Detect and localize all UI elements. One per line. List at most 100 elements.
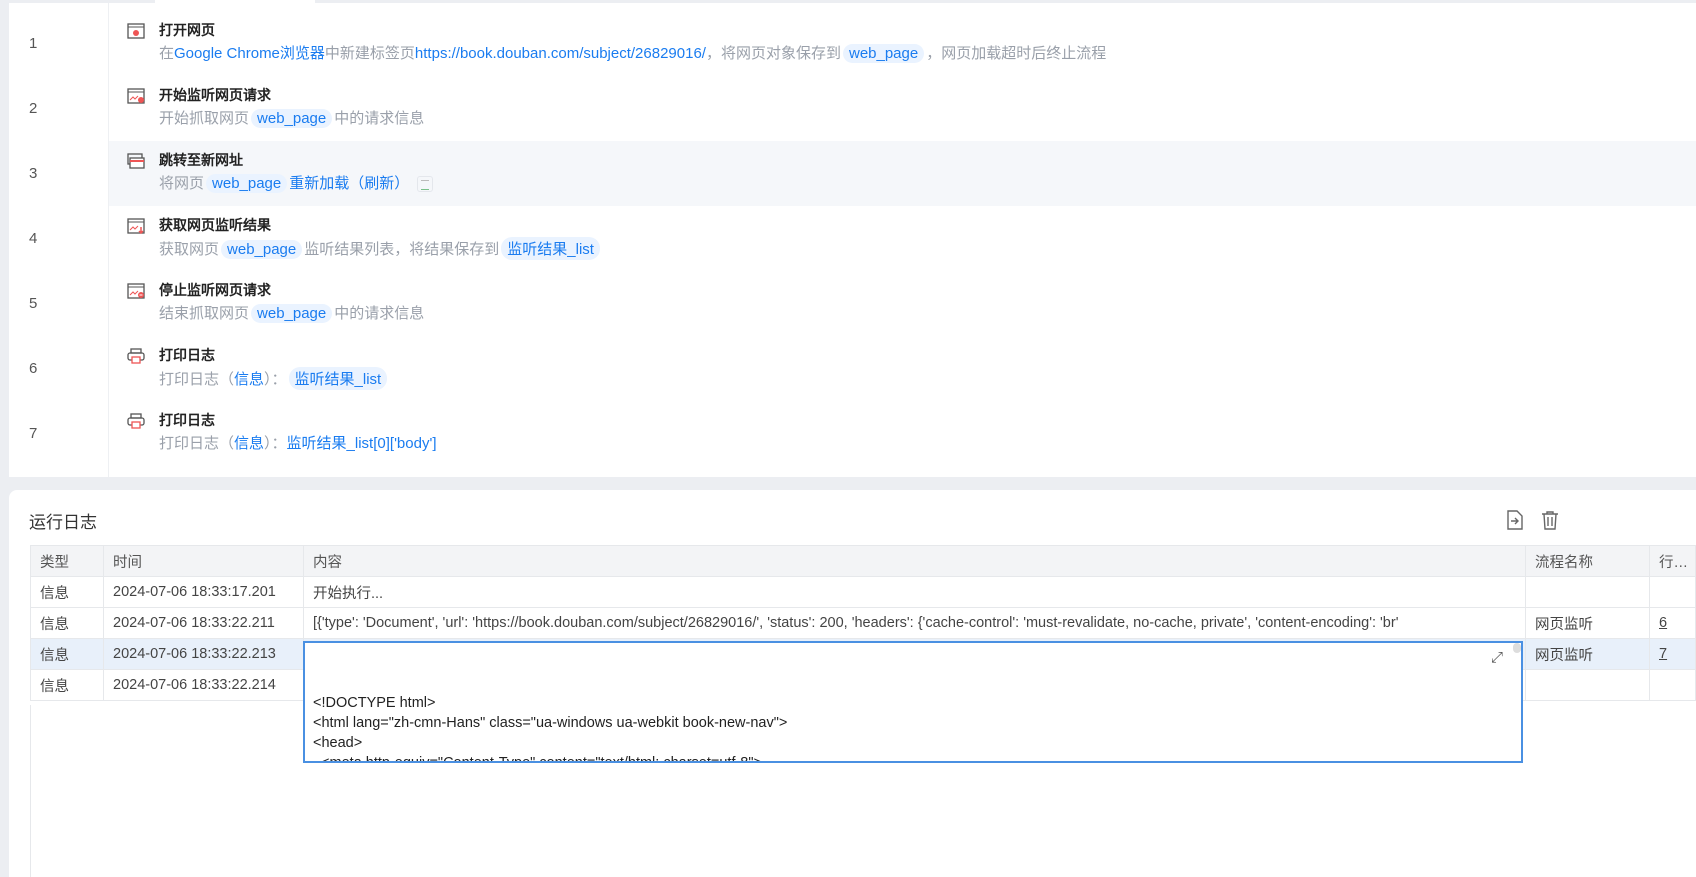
step-description: 打印日志（信息）：监听结果_list[0]['body'] [159, 432, 437, 453]
step-description: 结束抓取网页 web_page 中的请求信息 [159, 302, 424, 323]
log-type: 信息 [30, 576, 104, 608]
desc-part: ，网页加载超时后终止流程 [926, 45, 1107, 62]
desc-part: https://book.douban.com/subject/26829016… [414, 45, 706, 62]
log-flow-name: 网页监听 [1525, 638, 1650, 670]
column-header-flow-name[interactable]: 流程名称 [1525, 545, 1650, 577]
flow-step-5[interactable]: 5 停止监听网页请求 结束抓取网页 web_page 中的请求信息 [29, 271, 1696, 336]
popup-scrollbar[interactable] [1513, 643, 1521, 653]
column-header-time[interactable]: 时间 [103, 545, 304, 577]
desc-part: Google Chrome浏览器 [174, 45, 325, 62]
desc-part: ）： [264, 435, 287, 452]
line-number: 4 [29, 230, 38, 247]
log-row[interactable]: 信息 2024-07-06 18:33:22.211 [{'type': 'Do… [30, 607, 1696, 639]
expand-icon[interactable]: ⤢ [1491, 649, 1503, 666]
log-content[interactable]: [{'type': 'Document', 'url': 'https://bo… [303, 607, 1526, 639]
variable-chip[interactable]: web_page [842, 44, 925, 63]
desc-part: 信息 [234, 371, 265, 388]
desc-part: 获取网页 [159, 241, 220, 258]
desc-part: 信息 [234, 435, 265, 452]
log-content[interactable]: 开始执行... [303, 576, 1526, 608]
log-content-expanded-popup[interactable]: <!DOCTYPE html> <html lang="zh-cmn-Hans"… [303, 641, 1523, 763]
desc-part: 开始抓取网页 [159, 110, 250, 127]
line-number-link[interactable]: 6 [1659, 615, 1667, 631]
flow-step-6[interactable]: 6 打印日志 打印日志（信息）： 监听结果_list [29, 336, 1696, 401]
variable-chip[interactable]: 监听结果_list [288, 367, 388, 390]
step-title: 跳转至新网址 [159, 152, 243, 168]
log-time: 2024-07-06 18:33:22.213 [103, 638, 304, 670]
desc-part: ）： [264, 371, 287, 388]
desc-part: 中的请求信息 [334, 305, 425, 322]
desc-part: 在 [159, 45, 175, 62]
run-log-panel: 运行日志 类型 时间 内容 流程名称 行号 信息 2024-07-06 18:3… [9, 490, 1696, 877]
line-number-link[interactable]: 7 [1659, 646, 1667, 662]
flow-step-2[interactable]: 2 开始监听网页请求 开始抓取网页 web_page 中的请求信息 [29, 76, 1696, 141]
desc-part: 打印日志（ [159, 435, 235, 452]
log-line-number [1649, 669, 1696, 701]
desc-part: 打印日志（ [159, 371, 235, 388]
step-description: 获取网页 web_page 监听结果列表，将结果保存到 监听结果_list [159, 237, 602, 260]
variable-chip[interactable]: web_page [251, 109, 333, 128]
step-description: 在Google Chrome浏览器中新建标签页https://book.doub… [159, 42, 1106, 63]
log-type: 信息 [30, 669, 104, 701]
line-number: 1 [29, 35, 38, 52]
variable-chip[interactable]: web_page [251, 304, 333, 323]
line-number: 6 [29, 360, 38, 377]
start-listen-icon [127, 88, 145, 104]
log-type: 信息 [30, 638, 104, 670]
desc-part: 结束抓取网页 [159, 305, 250, 322]
step-title: 获取网页监听结果 [159, 217, 271, 233]
flow-steps-panel: 1 打开网页 在Google Chrome浏览器中新建标签页https://bo… [9, 3, 1696, 477]
open-webpage-icon [127, 23, 145, 39]
run-log-title: 运行日志 [29, 513, 97, 532]
log-type: 信息 [30, 607, 104, 639]
clear-log-trash-icon[interactable] [1541, 510, 1559, 530]
get-listen-result-icon [127, 218, 145, 234]
desc-part: 重新加载（刷新） [289, 175, 410, 192]
log-flow-name [1525, 576, 1650, 608]
variable-chip[interactable]: web_page [206, 174, 288, 193]
log-content-text: <!DOCTYPE html> <html lang="zh-cmn-Hans"… [313, 695, 788, 763]
stop-listen-icon [127, 283, 145, 299]
log-time: 2024-07-06 18:33:22.214 [103, 669, 304, 701]
desc-part: 监听结果_list[0]['body'] [286, 435, 437, 452]
line-number-gutter [9, 3, 109, 477]
desc-part: 中新建标签页 [324, 45, 415, 62]
log-line-number[interactable]: 7 [1649, 638, 1696, 670]
flow-step-7[interactable]: 7 打印日志 打印日志（信息）：监听结果_list[0]['body'] [29, 401, 1696, 466]
log-flow-name [1525, 669, 1650, 701]
note-check-icon[interactable] [417, 176, 434, 193]
export-log-icon[interactable] [1506, 510, 1524, 530]
desc-part: 监听结果列表，将结果保存到 [304, 241, 500, 258]
line-number: 7 [29, 425, 38, 442]
flow-step-3[interactable]: 3 跳转至新网址 将网页 web_page 重新加载（刷新） [29, 141, 1696, 206]
step-title: 打印日志 [159, 412, 215, 428]
navigate-icon [127, 153, 145, 169]
log-row[interactable]: 信息 2024-07-06 18:33:17.201 开始执行... [30, 576, 1696, 608]
step-title: 停止监听网页请求 [159, 282, 271, 298]
log-flow-name: 网页监听 [1525, 607, 1650, 639]
column-header-line-number[interactable]: 行号 [1649, 545, 1696, 577]
flow-step-1[interactable]: 1 打开网页 在Google Chrome浏览器中新建标签页https://bo… [29, 11, 1696, 76]
step-description: 将网页 web_page 重新加载（刷新） [159, 172, 434, 193]
log-line-number[interactable]: 6 [1649, 607, 1696, 639]
printer-icon [127, 413, 145, 429]
desc-part: 中的请求信息 [334, 110, 425, 127]
log-time: 2024-07-06 18:33:17.201 [103, 576, 304, 608]
step-title: 打开网页 [159, 22, 215, 38]
column-header-content[interactable]: 内容 [303, 545, 1526, 577]
log-time: 2024-07-06 18:33:22.211 [103, 607, 304, 639]
line-number: 3 [29, 165, 38, 182]
step-description: 开始抓取网页 web_page 中的请求信息 [159, 107, 424, 128]
step-title: 打印日志 [159, 347, 215, 363]
log-line-number [1649, 576, 1696, 608]
step-description: 打印日志（信息）： 监听结果_list [159, 367, 389, 390]
desc-part: 将网页 [159, 175, 205, 192]
line-number: 5 [29, 295, 38, 312]
flow-step-4[interactable]: 4 获取网页监听结果 获取网页 web_page 监听结果列表，将结果保存到 监听结果… [29, 206, 1696, 271]
printer-icon [127, 348, 145, 364]
line-number: 2 [29, 100, 38, 117]
column-header-type[interactable]: 类型 [30, 545, 104, 577]
step-title: 开始监听网页请求 [159, 87, 271, 103]
variable-chip[interactable]: 监听结果_list [501, 237, 600, 260]
variable-chip[interactable]: web_page [221, 240, 303, 259]
